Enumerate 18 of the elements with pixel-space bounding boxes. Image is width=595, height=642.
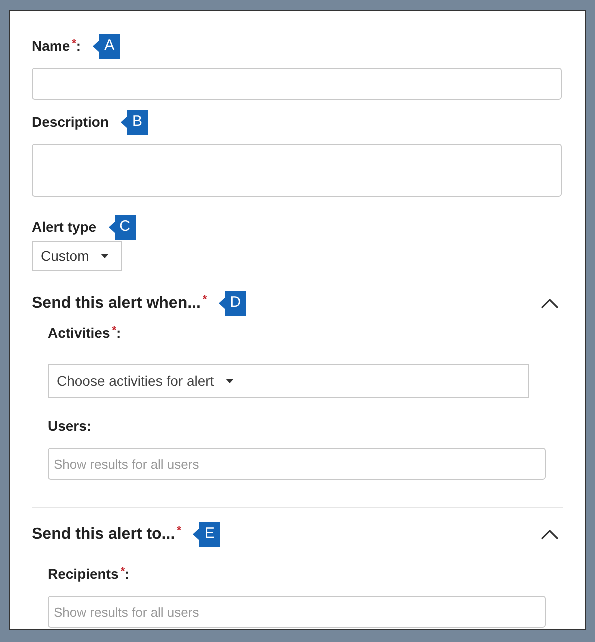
activities-dropdown[interactable]: Choose activities for alert bbox=[48, 364, 529, 398]
caret-icon bbox=[101, 254, 110, 258]
section-heading: Send this alert when...* bbox=[32, 292, 208, 314]
caret-icon bbox=[226, 378, 234, 384]
field-label: Users: bbox=[48, 417, 92, 436]
field-label: Name*: bbox=[32, 37, 82, 56]
section-heading: Send this alert to...* bbox=[32, 524, 182, 544]
field-label: Recipients*: bbox=[48, 565, 130, 584]
field-label: Description bbox=[32, 113, 110, 132]
field-label: Activities*: bbox=[48, 324, 122, 343]
collapse-chevron-icon[interactable] bbox=[541, 530, 559, 540]
description-field[interactable] bbox=[32, 144, 562, 197]
text-field[interactable] bbox=[32, 68, 562, 100]
alert-type-dropdown[interactable]: Custom bbox=[32, 241, 122, 271]
collapse-chevron-icon[interactable] bbox=[541, 298, 559, 308]
text-field[interactable]: Show results for all users bbox=[48, 596, 546, 628]
field-label: Alert type bbox=[32, 218, 97, 237]
text-field[interactable]: Show results for all users bbox=[48, 448, 546, 480]
